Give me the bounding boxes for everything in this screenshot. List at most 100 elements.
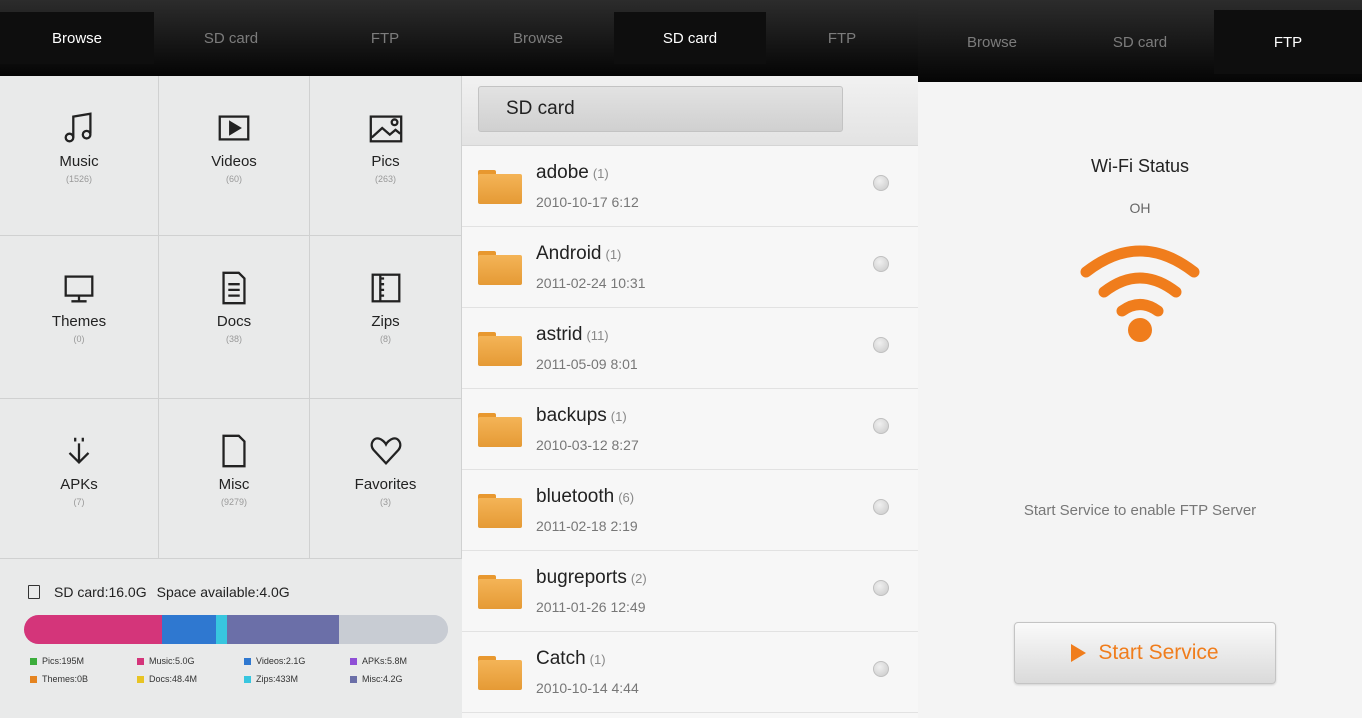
folder-name-line: adobe (1) — [536, 162, 609, 184]
zip-archive-icon — [366, 268, 406, 308]
breadcrumb[interactable]: SD card — [478, 86, 843, 132]
category-count: (38) — [225, 334, 242, 344]
tab-sd-card[interactable]: SD card — [614, 12, 766, 64]
legend-item: Docs:48.4M — [137, 674, 244, 684]
tab-browse[interactable]: Browse — [0, 12, 154, 64]
storage-info: SD card:16.0G Space available:4.0G — [28, 584, 290, 600]
legend-item: Pics:195M — [30, 656, 137, 666]
folder-date: 2011-02-24 10:31 — [536, 275, 646, 291]
play-icon — [1071, 644, 1087, 662]
select-radio[interactable] — [873, 256, 889, 272]
category-label: Docs — [216, 313, 252, 330]
category-videos[interactable]: Videos (60) — [159, 76, 310, 236]
tab-browse[interactable]: Browse — [462, 12, 614, 64]
tab-sd-card[interactable]: SD card — [154, 12, 308, 64]
usage-segment — [339, 615, 448, 644]
folder-item-count: (1) — [605, 247, 622, 262]
folder-icon — [478, 656, 522, 690]
file-row[interactable]: Android (1) 2011-02-24 10:31 — [462, 227, 918, 308]
category-zips[interactable]: Zips (8) — [310, 236, 462, 399]
category-music[interactable]: Music (1526) — [0, 76, 159, 236]
tab-bar: Browse SD card FTP — [0, 0, 462, 76]
wifi-status-title: Wi-Fi Status — [1090, 156, 1189, 176]
tab-sd-card[interactable]: SD card — [1066, 10, 1214, 74]
monitor-icon — [59, 268, 99, 308]
file-row[interactable]: bluetooth (6) 2011-02-18 2:19 — [462, 470, 918, 551]
select-radio[interactable] — [873, 580, 889, 596]
storage-usage-bar — [24, 615, 448, 644]
category-pics[interactable]: Pics (263) — [310, 76, 462, 236]
music-icon — [59, 108, 99, 148]
select-radio[interactable] — [873, 337, 889, 353]
folder-name: Catch — [536, 648, 586, 669]
legend-item: APKs:5.8M — [350, 656, 450, 666]
legend-item: Themes:0B — [30, 674, 137, 684]
sd-card-panel: Browse SD card FTP SD card adobe (1) 2010-… — [462, 0, 918, 718]
folder-item-count: (6) — [618, 490, 635, 505]
folder-item-count: (2) — [630, 571, 647, 586]
file-row[interactable]: adobe (1) 2010-10-17 6:12 — [462, 146, 918, 227]
category-themes[interactable]: Themes (0) — [0, 236, 159, 399]
folder-icon — [478, 251, 522, 285]
usage-segment — [226, 615, 340, 644]
category-label: Pics — [371, 153, 400, 170]
category-count: (8) — [380, 334, 391, 344]
start-service-button[interactable]: Start Service — [1014, 622, 1276, 684]
legend-swatch — [30, 657, 37, 665]
ftp-hint: Start Service to enable FTP Server — [1023, 502, 1257, 519]
heart-icon — [366, 431, 406, 471]
legend-label: APKs:5.8M — [362, 656, 408, 666]
category-misc[interactable]: Misc (9279) — [159, 399, 310, 559]
folder-date: 2010-10-14 4:44 — [536, 680, 639, 696]
folder-name: backups — [536, 405, 607, 426]
category-count: (60) — [225, 174, 242, 184]
folder-date: 2011-02-18 2:19 — [536, 518, 638, 534]
tab-ftp[interactable]: FTP — [766, 12, 918, 64]
category-favorites[interactable]: Favorites (3) — [310, 399, 462, 559]
legend-label: Zips:433M — [256, 674, 299, 684]
file-row[interactable]: astrid (11) 2011-05-09 8:01 — [462, 308, 918, 389]
select-radio[interactable] — [873, 661, 889, 677]
wifi-status-value: OH — [1129, 200, 1151, 216]
sd-card-icon — [28, 585, 40, 599]
category-apks[interactable]: APKs (7) — [0, 399, 159, 559]
wifi-icon — [1080, 238, 1200, 342]
select-radio[interactable] — [873, 499, 889, 515]
legend-swatch — [350, 675, 357, 683]
folder-name: bluetooth — [536, 486, 615, 507]
storage-legend: Pics:195M Music:5.0G Videos:2.1G APKs:5.8M T… — [30, 656, 450, 684]
folder-name-line: astrid (11) — [536, 324, 609, 346]
tab-browse[interactable]: Browse — [918, 10, 1066, 74]
legend-label: Music:5.0G — [149, 656, 195, 666]
tab-ftp[interactable]: FTP — [1214, 10, 1362, 74]
legend-item: Misc:4.2G — [350, 674, 450, 684]
tab-ftp[interactable]: FTP — [308, 12, 462, 64]
file-row[interactable]: bugreports (2) 2011-01-26 12:49 — [462, 551, 918, 632]
usage-segment — [215, 615, 227, 644]
folder-date: 2011-01-26 12:49 — [536, 599, 646, 615]
folder-name-line: Android (1) — [536, 243, 621, 265]
folder-date: 2010-03-12 8:27 — [536, 437, 639, 453]
legend-swatch — [137, 657, 144, 665]
folder-name: bugreports — [536, 567, 627, 588]
folder-item-count: (1) — [592, 166, 609, 181]
category-label: Themes — [51, 313, 107, 330]
legend-swatch — [244, 657, 251, 665]
category-label: Misc — [218, 476, 250, 493]
file-row[interactable]: Catch (1) 2010-10-14 4:44 — [462, 632, 918, 713]
legend-label: Themes:0B — [42, 674, 89, 684]
select-radio[interactable] — [873, 175, 889, 191]
folder-name: adobe — [536, 162, 589, 183]
tab-bar: Browse SD card FTP — [462, 0, 918, 76]
category-count: (0) — [73, 334, 85, 344]
folder-name: Android — [536, 243, 602, 264]
file-row[interactable]: backups (1) 2010-03-12 8:27 — [462, 389, 918, 470]
select-radio[interactable] — [873, 418, 889, 434]
category-count: (3) — [380, 497, 391, 507]
category-docs[interactable]: Docs (38) — [159, 236, 310, 399]
folder-icon — [478, 332, 522, 366]
legend-item: Zips:433M — [244, 674, 350, 684]
category-label: Videos — [211, 153, 257, 170]
category-count: (7) — [73, 497, 85, 507]
picture-icon — [366, 108, 406, 148]
